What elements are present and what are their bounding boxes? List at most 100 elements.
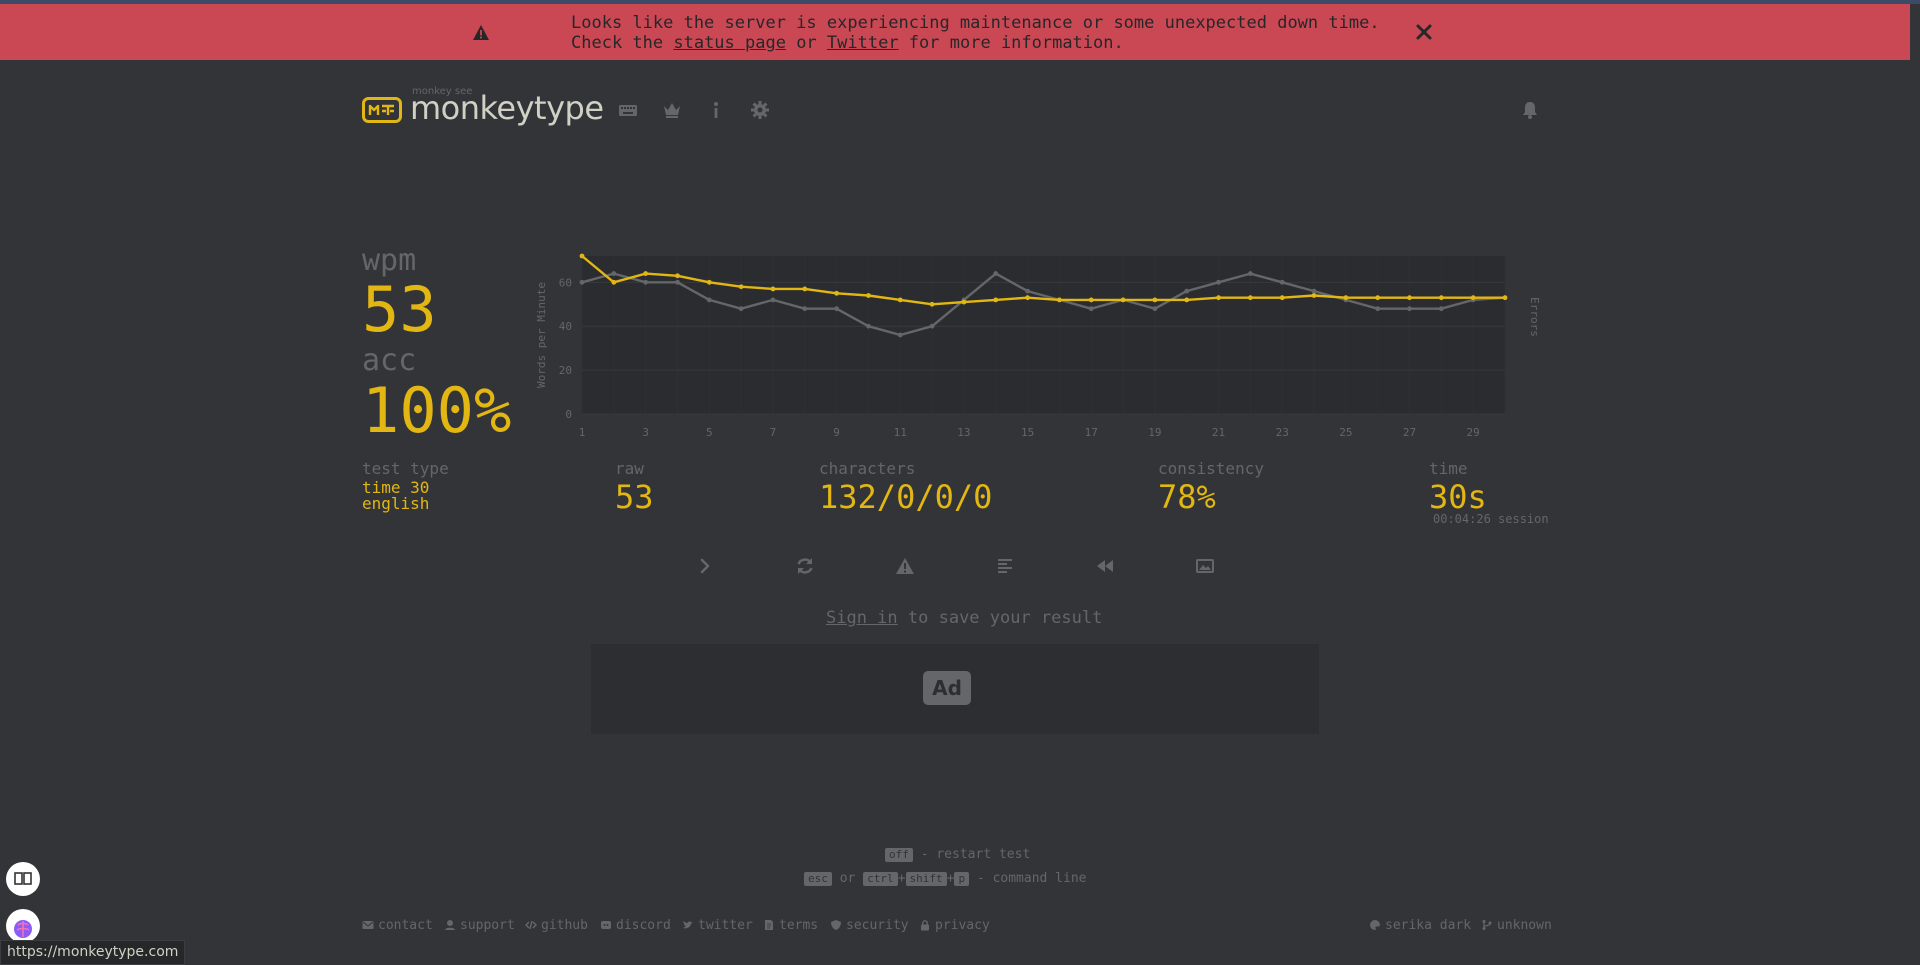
chart-point-raw [802, 306, 808, 312]
footer-twitter-label: twitter [698, 918, 753, 933]
banner-line-2-suffix: for more information. [898, 33, 1124, 53]
chart-x-tick-label: 27 [1403, 426, 1416, 439]
footer-github[interactable]: github [525, 918, 588, 933]
footer-security[interactable]: security [830, 918, 909, 933]
chart-point-wpm [1438, 295, 1444, 301]
chart-point-wpm [1279, 295, 1285, 301]
consistency-label: consistency [1158, 459, 1264, 478]
chart-x-tick-label: 29 [1467, 426, 1480, 439]
wpm-value: 53 [362, 273, 437, 346]
chart-x-tick-label: 7 [770, 426, 777, 439]
palette-icon [1370, 920, 1380, 930]
footer-twitter[interactable]: twitter [682, 918, 753, 933]
status-url-tooltip: https://monkeytype.com [0, 940, 186, 965]
footer-github-label: github [541, 918, 588, 933]
chart-y2-axis-label: Errors [1528, 297, 1540, 337]
lock-icon [921, 920, 929, 931]
footer-terms-label: terms [779, 918, 819, 933]
chart-point-wpm [1216, 295, 1221, 301]
key-off: off [885, 848, 913, 862]
next-test-icon[interactable] [694, 555, 716, 577]
word-history-icon[interactable] [994, 555, 1016, 577]
footer-privacy-label: privacy [935, 918, 990, 933]
signin-rest-text: to save your result [897, 608, 1103, 628]
close-icon[interactable] [1414, 22, 1434, 42]
chart-point-wpm [1184, 297, 1190, 303]
chart-x-tick-label: 5 [706, 426, 713, 439]
chart-point-wpm [738, 284, 744, 290]
gear-icon[interactable] [750, 100, 770, 120]
characters-value: 132/0/0/0 [819, 478, 993, 516]
chart-x-tick-label: 9 [833, 426, 840, 439]
signin-link[interactable]: Sign in [826, 608, 898, 628]
reader-mode-button[interactable] [6, 862, 40, 896]
footer-contact[interactable]: contact [362, 918, 433, 933]
chart-point-raw [1438, 306, 1444, 312]
chart-point-wpm [1343, 295, 1349, 301]
keyboard-icon[interactable] [618, 100, 638, 120]
chart-point-raw [834, 306, 840, 312]
chart-x-tick-label: 19 [1148, 426, 1161, 439]
chart-point-raw [1311, 288, 1317, 294]
bell-icon[interactable] [1520, 100, 1540, 120]
info-icon[interactable] [706, 100, 726, 120]
maintenance-banner: Looks like the server is experiencing ma… [0, 4, 1910, 60]
chart-point-raw [643, 279, 649, 285]
chart-point-wpm [961, 299, 967, 305]
time-label: time [1429, 459, 1468, 478]
time-value: 30s [1429, 478, 1487, 516]
chart-point-wpm [1470, 295, 1476, 301]
code-icon [525, 920, 537, 930]
file-icon [765, 920, 773, 930]
chart-y-axis-label: Words per Minute [535, 282, 548, 388]
chart-point-wpm [1407, 295, 1412, 301]
command-line-hint: esc or ctrl + shift + p - command line [804, 871, 1087, 886]
ad-container: Ad [591, 644, 1319, 734]
chart-point-raw [1407, 306, 1412, 312]
chart-x-tick-label: 11 [894, 426, 907, 439]
chart-point-wpm [675, 273, 680, 279]
footer-discord[interactable]: discord [600, 918, 671, 933]
footer-terms[interactable]: terms [763, 918, 818, 933]
test-type-language: english [362, 494, 430, 513]
wpm-chart[interactable]: 02040601 3 5 7 9 11 13 15 17 19 21 23 25 27 29Words pe… [530, 244, 1540, 444]
chart-point-wpm [834, 290, 840, 296]
acc-label: acc [362, 343, 417, 378]
chart-point-raw [1152, 306, 1158, 312]
chart-point-wpm [1375, 295, 1381, 301]
chart-point-wpm [770, 286, 776, 292]
twitter-link[interactable]: Twitter [827, 33, 899, 53]
replay-icon[interactable] [1094, 555, 1116, 577]
chart-point-wpm [1311, 293, 1317, 298]
footer-theme[interactable]: serika dark [1369, 918, 1471, 933]
key-esc: esc [804, 872, 832, 886]
footer-contact-label: contact [378, 918, 433, 933]
ad-badge: Ad [923, 671, 971, 705]
chart-point-wpm [897, 297, 903, 303]
chart-point-wpm [1120, 297, 1126, 303]
hint-or: or [831, 871, 864, 886]
screenshot-icon[interactable] [1194, 555, 1216, 577]
restart-hint-text: - restart test [912, 847, 1031, 862]
status-page-link[interactable]: status page [673, 33, 786, 53]
banner-line-2-mid: or [785, 33, 827, 53]
key-ctrl: ctrl [863, 872, 898, 886]
chart-x-tick-label: 25 [1339, 426, 1352, 439]
raw-label: raw [615, 459, 644, 478]
chart-point-wpm [1152, 297, 1158, 303]
banner-line-1: Looks like the server is experiencing ma… [571, 13, 1380, 33]
hint-plus: + [897, 871, 906, 886]
footer-version[interactable]: unknown [1481, 918, 1552, 933]
chart-point-wpm [802, 286, 808, 292]
chart-point-wpm [866, 293, 871, 298]
restart-icon[interactable] [794, 555, 816, 577]
footer-privacy[interactable]: privacy [919, 918, 990, 933]
session-time: 00:04:26 session [1433, 512, 1549, 526]
crown-icon[interactable] [662, 100, 682, 120]
footer-support[interactable]: support [444, 918, 515, 933]
brain-extension-button[interactable] [6, 909, 40, 943]
report-icon[interactable] [894, 555, 916, 577]
book-icon [14, 872, 32, 885]
chart-point-raw [1088, 306, 1094, 312]
key-p: p [954, 872, 970, 886]
